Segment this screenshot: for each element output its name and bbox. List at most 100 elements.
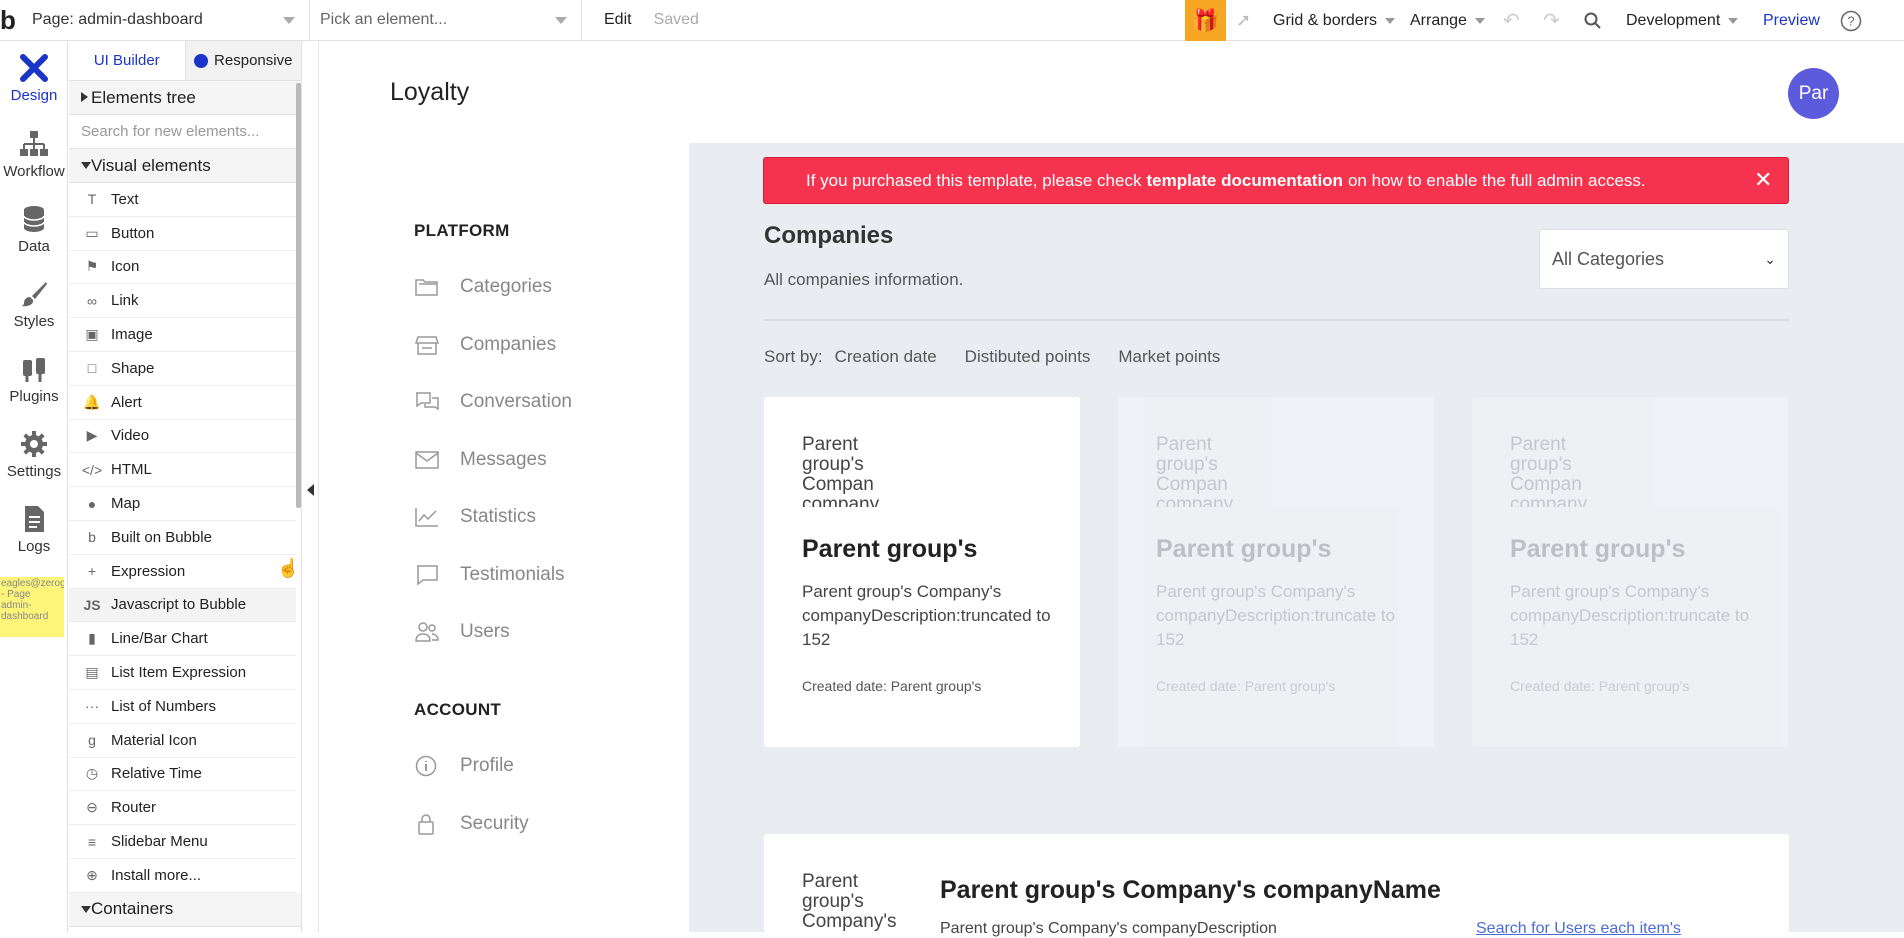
nav-data[interactable]: Data xyxy=(0,204,68,255)
company-card[interactable]: Parent group's Compan company Parent gro… xyxy=(764,397,1080,747)
palette-item-text[interactable]: T Text xyxy=(69,183,296,217)
sidebar-item-label: Messages xyxy=(460,449,547,470)
containers-toggle[interactable]: Containers xyxy=(69,892,301,927)
avatar[interactable]: Par xyxy=(1788,68,1839,119)
sidebar-item-categories[interactable]: Categories xyxy=(414,276,552,298)
palette-item-list-item-expression[interactable]: ▤ List Item Expression xyxy=(69,656,296,690)
company-card[interactable]: Parent group's Compan company Parent gro… xyxy=(1118,397,1434,747)
tab-responsive[interactable]: Responsive xyxy=(184,41,301,80)
company-card-description: Parent group's Company's companyDescript… xyxy=(802,582,1051,649)
palette-item-button[interactable]: ▭ Button xyxy=(69,217,296,251)
palette-item-label: Javascript to Bubble xyxy=(111,596,247,614)
palette-scrollbar[interactable] xyxy=(296,83,301,508)
left-navigation: Design Workflow Data Styles Plugins Sett… xyxy=(0,41,68,932)
palette-item-label: Icon xyxy=(111,258,140,276)
sort-option-distributed-points[interactable]: Distibuted points xyxy=(965,347,1091,367)
palette-item-alert[interactable]: 🔔 Alert xyxy=(69,386,296,420)
nav-design-label: Design xyxy=(10,87,58,104)
palette-item-image[interactable]: ▣ Image xyxy=(69,318,296,352)
banner-doc-link[interactable]: template documentation xyxy=(1146,171,1342,191)
element-picker[interactable]: Pick an element... xyxy=(310,0,582,41)
page-selector[interactable]: Page: admin-dashboard xyxy=(20,0,310,41)
link-icon: ∞ xyxy=(87,292,97,309)
sidebar-item-companies[interactable]: Companies xyxy=(414,334,556,356)
palette-item-install-more[interactable]: ⊕ Install more... xyxy=(69,859,296,893)
sort-option-creation-date[interactable]: Creation date xyxy=(835,347,937,367)
sort-bar: Sort by: Creation date Distibuted points… xyxy=(764,347,1248,367)
nav-styles[interactable]: Styles xyxy=(0,279,68,330)
palette-item-expression[interactable]: + Expression xyxy=(69,555,296,589)
sidebar-item-security[interactable]: Security xyxy=(414,813,529,835)
palette-item-label: HTML xyxy=(111,461,152,479)
company-card-title: Parent group's xyxy=(1510,535,1686,563)
bubble-logo[interactable]: b xyxy=(0,0,20,41)
elements-tree-toggle[interactable]: Elements tree xyxy=(69,81,301,115)
palette-item-map[interactable]: ● Map xyxy=(69,487,296,521)
company-card[interactable]: Parent group's Compan company Parent gro… xyxy=(1472,397,1788,747)
page-selector-label: Page: admin-dashboard xyxy=(32,11,203,28)
company-card-date: Created date: Parent group's xyxy=(1510,678,1690,694)
redo-icon[interactable]: ↷ xyxy=(1543,0,1560,41)
chart-line-icon xyxy=(415,508,438,527)
chevron-down-icon xyxy=(1728,17,1739,24)
palette-item-html[interactable]: </> HTML xyxy=(69,453,296,488)
undo-icon[interactable]: ↶ xyxy=(1503,0,1520,41)
palette-item-line-bar-chart[interactable]: ▮ Line/Bar Chart xyxy=(69,622,296,657)
envelope-icon xyxy=(415,451,439,469)
nav-workflow[interactable]: Workflow xyxy=(0,129,68,180)
palette-item-label: Text xyxy=(111,190,139,208)
palette-item-video[interactable]: ▶ Video xyxy=(69,420,296,454)
nav-design[interactable]: Design xyxy=(0,53,68,104)
sort-option-market-points[interactable]: Market points xyxy=(1118,347,1220,367)
sidebar-item-label: Companies xyxy=(460,334,557,355)
category-dropdown[interactable]: All Categories ⌄ xyxy=(1539,229,1789,289)
sidebar-item-testimonials[interactable]: Testimonials xyxy=(414,564,565,586)
plus-icon: + xyxy=(87,563,97,580)
sidebar-item-conversation[interactable]: Conversation xyxy=(414,391,572,413)
menu-icon: ≡ xyxy=(87,833,97,850)
arrange-menu[interactable]: Arrange xyxy=(1410,0,1485,41)
folder-icon xyxy=(415,279,438,296)
sidebar-item-messages[interactable]: Messages xyxy=(414,449,547,471)
palette-item-material-icon[interactable]: g Material Icon xyxy=(69,724,296,758)
palette-item-relative-time[interactable]: ◷ Relative Time xyxy=(69,758,296,792)
sidebar-item-users[interactable]: Users xyxy=(414,621,510,643)
banner-text-post: on how to enable the full admin access. xyxy=(1347,170,1646,190)
sticky-note[interactable]: eagles@zerogode.com - Page admin-dashboa… xyxy=(0,577,64,637)
sidebar-item-label: Categories xyxy=(460,276,552,297)
pointer-icon[interactable]: ➚ xyxy=(1236,0,1251,41)
ellipsis-icon: ··· xyxy=(85,698,99,715)
nav-settings[interactable]: Settings xyxy=(0,429,68,480)
palette-item-slidebar-menu[interactable]: ≡ Slidebar Menu xyxy=(69,825,296,859)
close-icon[interactable]: ✕ xyxy=(1754,169,1774,191)
palette-item-link[interactable]: ∞ Link xyxy=(69,284,296,319)
palette-item-list-of-numbers[interactable]: ··· List of Numbers xyxy=(69,690,296,724)
nav-logs[interactable]: Logs xyxy=(0,504,68,555)
palette-item-shape[interactable]: □ Shape xyxy=(69,352,296,386)
collapse-panel-icon[interactable] xyxy=(307,484,314,496)
palette-item-javascript-to-bubble[interactable]: JS Javascript to Bubble xyxy=(69,588,296,623)
grid-borders-menu[interactable]: Grid & borders xyxy=(1273,0,1396,41)
companies-title: Companies xyxy=(764,222,894,249)
nav-plugins[interactable]: Plugins xyxy=(0,354,68,405)
palette-item-built-on-bubble[interactable]: b Built on Bubble xyxy=(69,521,296,555)
company-detail-card[interactable]: Parent group's Company's Parent group's … xyxy=(764,834,1789,937)
sidebar-item-profile[interactable]: Profile xyxy=(414,755,514,777)
environment-menu[interactable]: Development xyxy=(1626,0,1739,41)
palette-item-router[interactable]: ⊖ Router xyxy=(69,791,296,826)
search-icon[interactable] xyxy=(1584,0,1602,41)
tab-ui-builder[interactable]: UI Builder xyxy=(69,41,185,80)
edit-menu[interactable]: Edit xyxy=(604,11,632,29)
preview-link[interactable]: Preview xyxy=(1763,0,1820,41)
users-search-link[interactable]: Search for Users each item's xyxy=(1476,920,1681,938)
arrange-label: Arrange xyxy=(1410,11,1467,29)
visual-elements-toggle[interactable]: Visual elements xyxy=(69,149,301,183)
palette-item-label: Video xyxy=(111,427,150,445)
top-toolbar: b Page: admin-dashboard Pick an element.… xyxy=(0,0,1904,41)
page-title: Loyalty xyxy=(390,78,470,106)
element-search-input[interactable]: Search for new elements... xyxy=(69,115,301,149)
sidebar-item-statistics[interactable]: Statistics xyxy=(414,506,536,528)
gift-icon[interactable]: 🎁 xyxy=(1185,0,1226,41)
help-icon[interactable]: ? xyxy=(1840,0,1862,41)
palette-item-icon[interactable]: ⚑ Icon xyxy=(69,251,296,285)
